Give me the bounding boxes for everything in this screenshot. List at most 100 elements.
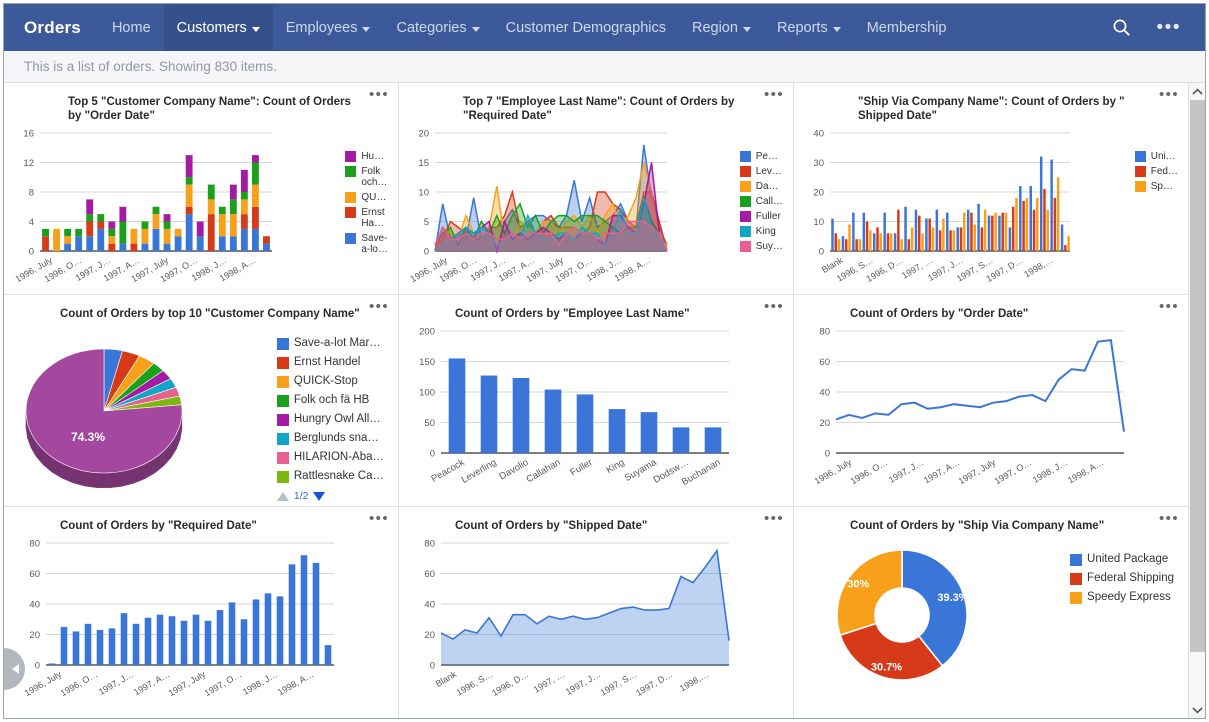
- pager-up-icon[interactable]: [276, 491, 289, 501]
- card-title: Count of Orders by "Employee Last Name": [455, 308, 690, 320]
- legend-swatch: [1070, 592, 1083, 604]
- chevron-left-icon: [12, 664, 19, 674]
- svg-text:1996, July: 1996, July: [813, 457, 854, 486]
- legend-item[interactable]: HILARION-Aba…: [276, 451, 384, 464]
- card-required-date-bar: Count of Orders by "Required Date" ••• 0…: [4, 507, 398, 718]
- legend-item[interactable]: Save- a-lo…: [345, 233, 388, 255]
- legend-swatch: [276, 395, 289, 407]
- nav-item-customer-demographics[interactable]: Customer Demographics: [493, 4, 679, 51]
- scroll-down-arrow-icon[interactable]: [1189, 701, 1206, 718]
- svg-text:40: 40: [813, 129, 824, 140]
- svg-text:200: 200: [419, 327, 435, 338]
- svg-text:1998,…: 1998,…: [678, 669, 710, 693]
- nav-item-reports[interactable]: Reports: [764, 4, 854, 51]
- legend-item[interactable]: Ernst Handel: [276, 356, 384, 369]
- svg-text:1997, A…: 1997, A…: [922, 457, 961, 485]
- svg-text:Fuller: Fuller: [568, 457, 594, 478]
- nav-item-employees[interactable]: Employees: [273, 4, 384, 51]
- svg-text:39.3%: 39.3%: [937, 592, 968, 604]
- card-menu-button[interactable]: •••: [369, 299, 389, 314]
- legend-label: Suy…: [755, 241, 783, 252]
- legend-swatch: [1134, 181, 1146, 192]
- nav-item-membership[interactable]: Membership: [854, 4, 960, 51]
- legend-item[interactable]: Save-a-lot Mar…: [276, 337, 384, 350]
- chevron-down-icon: [362, 26, 371, 32]
- vertical-scrollbar[interactable]: [1188, 83, 1205, 718]
- nav-item-customers[interactable]: Customers: [163, 4, 273, 51]
- legend-item[interactable]: Speedy Express: [1070, 591, 1174, 604]
- legend-item[interactable]: Fuller: [739, 211, 783, 222]
- legend-item[interactable]: Berglunds sna…: [276, 432, 384, 445]
- legend-label: Hungry Owl All…: [293, 413, 381, 425]
- legend-swatch: [1070, 573, 1083, 585]
- status-text: This is a list of orders. Showing 830 it…: [24, 59, 277, 74]
- pager-down-icon[interactable]: [313, 491, 326, 501]
- svg-text:40: 40: [424, 600, 435, 611]
- legend-pager[interactable]: 1/2: [276, 490, 384, 502]
- legend-item[interactable]: Hu…: [345, 151, 388, 162]
- ellipsis-icon[interactable]: •••: [1157, 18, 1181, 37]
- nav-item-region[interactable]: Region: [679, 4, 764, 51]
- nav-item-categories[interactable]: Categories: [383, 4, 492, 51]
- scroll-up-arrow-icon[interactable]: [1189, 83, 1206, 100]
- scrollbar-track[interactable]: [1188, 100, 1205, 701]
- svg-text:60: 60: [819, 357, 830, 368]
- legend-item[interactable]: QU…: [345, 192, 388, 203]
- svg-text:Callahan: Callahan: [525, 457, 563, 485]
- nav-item-label: Region: [691, 19, 738, 36]
- legend-item[interactable]: Federal Shipping: [1070, 572, 1174, 585]
- nav-item-home[interactable]: Home: [99, 4, 164, 51]
- legend-item[interactable]: Lev…: [739, 166, 783, 177]
- legend-item[interactable]: Da…: [739, 181, 783, 192]
- legend-item[interactable]: Hungry Owl All…: [276, 413, 384, 426]
- svg-text:40: 40: [819, 388, 830, 399]
- svg-text:0: 0: [825, 449, 830, 460]
- svg-text:1997, J…: 1997, J…: [887, 457, 925, 485]
- legend-item[interactable]: Rattlesnake Ca…: [276, 470, 384, 483]
- card-menu-button[interactable]: •••: [369, 511, 389, 526]
- svg-text:0: 0: [35, 661, 40, 672]
- svg-text:30: 30: [813, 158, 824, 169]
- legend-label: Lev…: [755, 166, 782, 177]
- legend-label: United Package: [1087, 553, 1169, 565]
- svg-text:1997, O…: 1997, O…: [993, 457, 1034, 486]
- card-title: Top 7 "Employee Last Name": Count of Ord…: [463, 96, 735, 122]
- card-menu-button[interactable]: •••: [1159, 87, 1179, 102]
- legend-item[interactable]: Ernst Ha…: [345, 207, 388, 229]
- legend-item[interactable]: Fed…: [1134, 166, 1178, 177]
- card-menu-button[interactable]: •••: [1159, 299, 1179, 314]
- chart-legend: United Package Federal Shipping Speedy Exp…: [1070, 553, 1174, 610]
- search-icon[interactable]: [1112, 18, 1131, 37]
- card-menu-button[interactable]: •••: [764, 511, 784, 526]
- legend-item[interactable]: United Package: [1070, 553, 1174, 566]
- svg-text:60: 60: [29, 569, 40, 580]
- legend-item[interactable]: Pe…: [739, 151, 783, 162]
- scrollbar-thumb[interactable]: [1189, 100, 1205, 652]
- svg-text:1996, O…: 1996, O…: [849, 457, 890, 486]
- card-menu-button[interactable]: •••: [764, 299, 784, 314]
- svg-text:1998, A…: 1998, A…: [276, 669, 315, 697]
- svg-text:1997, J…: 1997, J…: [564, 669, 602, 697]
- legend-item[interactable]: Call…: [739, 196, 783, 207]
- legend-item[interactable]: QUICK-Stop: [276, 375, 384, 388]
- card-pie-top10-customer: Count of Orders by top 10 "Customer Comp…: [4, 295, 398, 506]
- legend-item[interactable]: Folk och…: [345, 166, 388, 188]
- legend-item[interactable]: King: [739, 226, 783, 237]
- legend-item[interactable]: Suy…: [739, 241, 783, 252]
- legend-item[interactable]: Uni…: [1134, 151, 1178, 162]
- legend-label: Folk och fä HB: [293, 394, 370, 406]
- legend-swatch: [739, 211, 751, 222]
- card-menu-button[interactable]: •••: [1159, 511, 1179, 526]
- card-menu-button[interactable]: •••: [764, 87, 784, 102]
- legend-label: Fuller: [755, 211, 781, 222]
- legend-label: Folk och…: [361, 166, 388, 188]
- card-shipvia-shipped-date: "Ship Via Company Name": Count of Orders…: [794, 83, 1188, 294]
- legend-label: Hu…: [361, 151, 385, 162]
- legend-swatch: [276, 471, 289, 483]
- legend-item[interactable]: Sp…: [1134, 181, 1178, 192]
- svg-text:1997, July: 1997, July: [167, 669, 208, 698]
- legend-item[interactable]: Folk och fä HB: [276, 394, 384, 407]
- svg-text:40: 40: [29, 600, 40, 611]
- svg-text:20: 20: [424, 630, 435, 641]
- card-menu-button[interactable]: •••: [369, 87, 389, 102]
